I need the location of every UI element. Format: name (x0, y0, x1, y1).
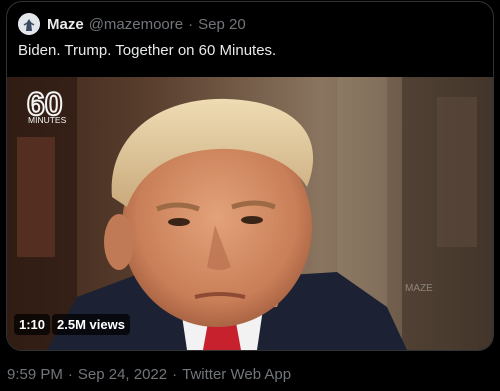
tweet-metadata: 9:59 PM · Sep 24, 2022 · Twitter Web App (7, 366, 291, 383)
avatar-figure-icon (18, 13, 40, 35)
separator-dot: · (172, 366, 178, 383)
quoted-tweet-card[interactable]: Maze @mazemoore · Sep 20 Biden. Trump. T… (6, 1, 494, 351)
video-duration-badge: 1:10 (14, 314, 51, 335)
video-player[interactable]: 60 MINUTES MAZE (7, 77, 493, 350)
quoted-handle[interactable]: @mazemoore (89, 16, 183, 33)
avatar[interactable] (18, 13, 40, 35)
logo-word: MINUTES (28, 115, 67, 125)
tweet-source: Twitter Web App (182, 366, 292, 383)
separator-dot: · (188, 15, 194, 33)
quoted-display-name[interactable]: Maze (47, 16, 84, 33)
quoted-date[interactable]: Sep 20 (198, 16, 246, 33)
watermark: MAZE (405, 283, 433, 294)
tweet-time[interactable]: 9:59 PM (7, 366, 63, 383)
sixty-minutes-logo: 60 MINUTES (26, 85, 67, 125)
video-thumbnail: 60 MINUTES MAZE (7, 77, 493, 350)
quoted-tweet-header: Maze @mazemoore · Sep 20 (18, 12, 246, 36)
quoted-tweet-text: Biden. Trump. Together on 60 Minutes. (18, 42, 277, 59)
tweet-date[interactable]: Sep 24, 2022 (78, 366, 167, 383)
separator-dot: · (67, 366, 73, 383)
video-views-badge: 2.5M views (52, 314, 130, 335)
